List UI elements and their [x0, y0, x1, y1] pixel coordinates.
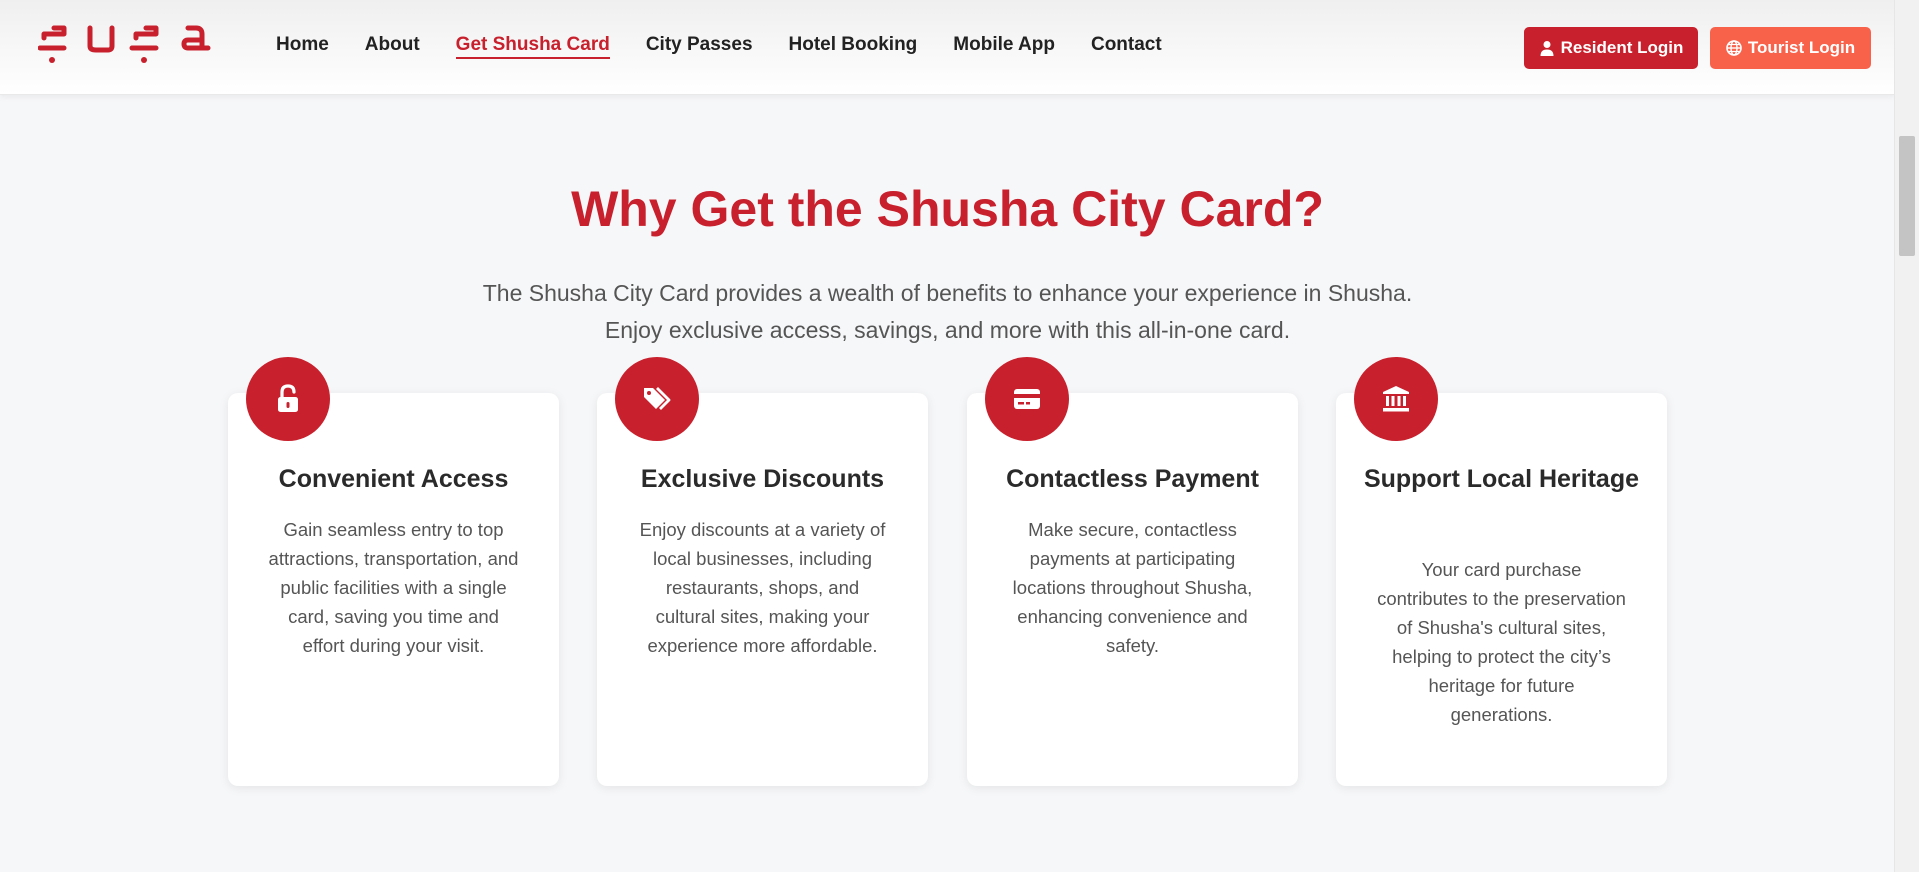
site-logo[interactable]	[37, 18, 213, 66]
nav-hotel-booking[interactable]: Hotel Booking	[789, 34, 918, 59]
section-subtitle: The Shusha City Card provides a wealth o…	[0, 275, 1895, 349]
landmark-icon	[1383, 386, 1409, 412]
subtitle-line-2: Enjoy exclusive access, savings, and mor…	[604, 317, 1291, 343]
subtitle-line-1: The Shusha City Card provides a wealth o…	[482, 280, 1413, 306]
site-header: Home About Get Shusha Card City Passes H…	[0, 0, 1895, 95]
page-scrollbar[interactable]	[1894, 0, 1919, 872]
tourist-login-label: Tourist Login	[1747, 38, 1856, 57]
nav-about[interactable]: About	[365, 34, 420, 59]
nav-get-shusha-card[interactable]: Get Shusha Card	[455, 34, 610, 59]
section-title: Why Get the Shusha City Card?	[571, 181, 1324, 237]
card-description: Make secure, contactless payments at par…	[1012, 519, 1253, 656]
resident-login-label: Resident Login	[1560, 38, 1684, 57]
tags-icon	[644, 387, 671, 410]
benefit-card-support-local-heritage: Support Local Heritage Your card purchas…	[1336, 357, 1667, 786]
card-title: Exclusive Discounts	[640, 465, 885, 493]
resident-login-button[interactable]: Resident Login	[1524, 27, 1698, 69]
card-icon-badge	[1354, 357, 1438, 441]
benefit-card-contactless-payment: Contactless Payment Make secure, contact…	[967, 357, 1298, 786]
card-title: Convenient Access	[278, 465, 509, 493]
nav-contact[interactable]: Contact	[1091, 34, 1162, 59]
card-icon-badge	[985, 357, 1069, 441]
credit-card-icon	[1014, 389, 1040, 409]
logo-mark	[37, 25, 211, 63]
card-title: Contactless Payment	[1006, 465, 1259, 493]
card-description: Enjoy discounts at a variety of local bu…	[639, 519, 886, 656]
benefit-card-exclusive-discounts: Exclusive Discounts Enjoy discounts at a…	[597, 357, 928, 786]
benefit-card-convenient-access: Convenient Access Gain seamless entry to…	[228, 357, 559, 786]
globe-icon	[1726, 40, 1742, 56]
nav-mobile-app[interactable]: Mobile App	[953, 34, 1055, 59]
main-nav: Home About Get Shusha Card City Passes H…	[276, 34, 1198, 59]
card-description: Your card purchase contributes to the pr…	[1377, 559, 1626, 725]
tourist-login-button[interactable]: Tourist Login	[1710, 27, 1871, 69]
nav-home[interactable]: Home	[276, 34, 329, 59]
card-icon-badge	[246, 357, 330, 441]
unlock-icon	[278, 384, 298, 412]
user-icon	[1540, 41, 1554, 56]
card-description: Gain seamless entry to top attractions, …	[268, 519, 519, 656]
scrollbar-thumb[interactable]	[1899, 136, 1915, 256]
card-icon-badge	[615, 357, 699, 441]
nav-city-passes[interactable]: City Passes	[646, 34, 753, 59]
card-title: Support Local Heritage	[1363, 465, 1640, 493]
